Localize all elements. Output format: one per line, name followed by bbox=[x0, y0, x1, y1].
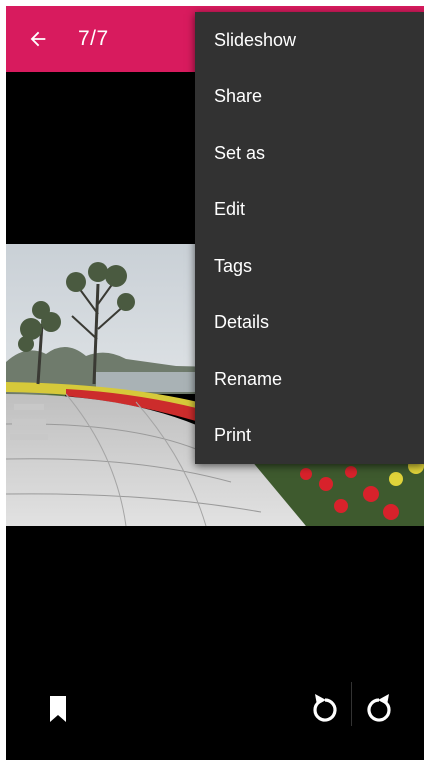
overflow-menu: Slideshow Share Set as Edit Tags Details… bbox=[195, 12, 424, 464]
back-button[interactable] bbox=[22, 23, 54, 55]
menu-item-rename[interactable]: Rename bbox=[195, 351, 424, 408]
bookmark-icon bbox=[50, 696, 66, 722]
image-counter: 7/7 bbox=[78, 27, 109, 50]
rotate-left-icon bbox=[313, 694, 337, 722]
bookmark-button[interactable] bbox=[46, 694, 70, 726]
rotate-right-button[interactable] bbox=[363, 690, 395, 726]
rotate-left-button[interactable] bbox=[309, 690, 341, 726]
menu-item-tags[interactable]: Tags bbox=[195, 238, 424, 295]
menu-item-details[interactable]: Details bbox=[195, 295, 424, 352]
bottom-bar bbox=[6, 660, 424, 760]
rotate-right-icon bbox=[367, 694, 391, 722]
arrow-left-icon bbox=[30, 31, 46, 47]
menu-item-slideshow[interactable]: Slideshow bbox=[195, 12, 424, 69]
menu-item-edit[interactable]: Edit bbox=[195, 182, 424, 239]
menu-item-print[interactable]: Print bbox=[195, 408, 424, 465]
menu-item-share[interactable]: Share bbox=[195, 69, 424, 126]
menu-item-set-as[interactable]: Set as bbox=[195, 125, 424, 182]
image-viewer-screen: 7/7 Slideshow Share Set as Edit Tags Det… bbox=[6, 6, 424, 760]
button-divider bbox=[351, 682, 352, 726]
